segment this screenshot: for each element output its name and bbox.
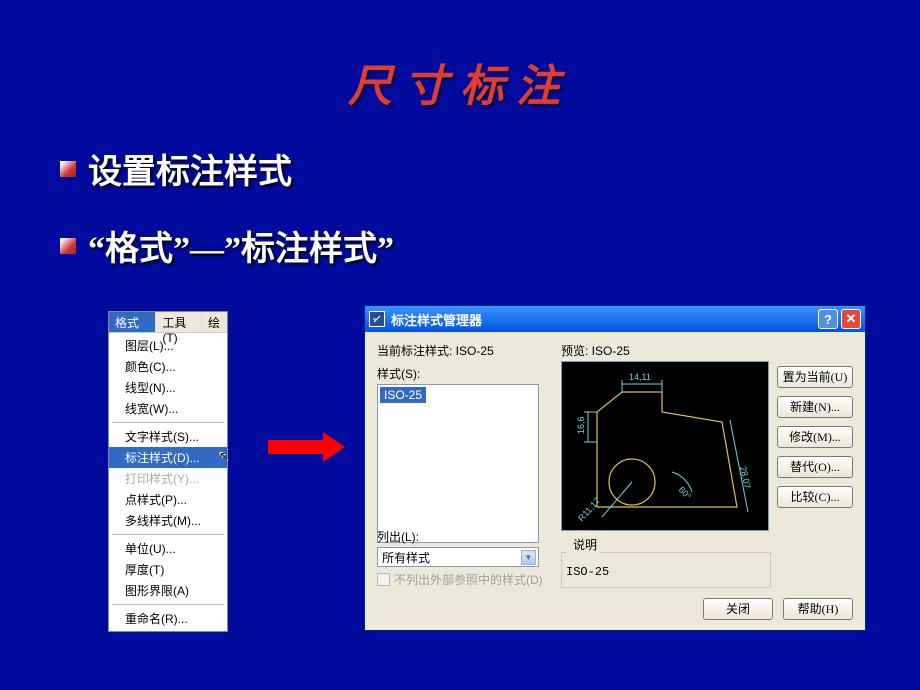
svg-text:16,6: 16,6	[576, 416, 586, 434]
close-button[interactable]: 关闭	[703, 598, 773, 620]
svg-text:R11,17: R11,17	[576, 496, 602, 524]
styles-listbox[interactable]: ISO-25	[377, 384, 539, 543]
menu-item-rename[interactable]: 重命名(R)...	[109, 608, 227, 629]
menu-item-dimstyle[interactable]: 标注样式(D)... ↖	[109, 447, 227, 468]
menu-item-limits[interactable]: 图形界限(A)	[109, 580, 227, 601]
bullet-1: 设置标注样式	[60, 144, 920, 193]
list-label: 列出(L):	[377, 528, 543, 545]
dialog-titlebar[interactable]: 标注样式管理器 ? ✕	[365, 306, 865, 332]
dim-top: 14,11	[629, 372, 651, 382]
menu-item-lineweight[interactable]: 线宽(W)...	[109, 398, 227, 419]
menu-item-thickness[interactable]: 厚度(T)	[109, 559, 227, 580]
bullet-2-text: “格式”—”标注样式”	[88, 221, 394, 270]
menu-bar: 格式(O) 工具(T) 绘	[109, 312, 227, 332]
dimstyle-dialog: 标注样式管理器 ? ✕ 当前标注样式: ISO-25 样式(S): ISO-25…	[364, 305, 866, 631]
menu-item-color[interactable]: 颜色(C)...	[109, 356, 227, 377]
new-button[interactable]: 新建(N)...	[777, 396, 853, 418]
menu-format[interactable]: 格式(O)	[109, 312, 156, 332]
dialog-close-icon[interactable]: ✕	[841, 309, 861, 329]
dialog-icon	[369, 311, 385, 327]
menu-item-mlinestyle[interactable]: 多线样式(M)...	[109, 510, 227, 531]
chevron-down-icon[interactable]: ▼	[521, 550, 536, 565]
xref-checkbox-label: 不列出外部参照中的样式(D)	[394, 571, 543, 588]
menu-item-units[interactable]: 单位(U)...	[109, 538, 227, 559]
bullet-icon	[60, 161, 76, 177]
menu-item-dimstyle-label: 标注样式(D)...	[125, 451, 200, 465]
bullet-2: “格式”—”标注样式”	[60, 221, 920, 270]
list-dropdown-value: 所有样式	[382, 549, 430, 566]
description-value: ISO-25	[566, 565, 609, 579]
description-label: 说明	[570, 536, 600, 553]
menu-item-linetype[interactable]: 线型(N)...	[109, 377, 227, 398]
override-button[interactable]: 替代(O)...	[777, 456, 853, 478]
cursor-icon: ↖	[219, 449, 229, 463]
list-dropdown[interactable]: 所有样式 ▼	[377, 547, 539, 567]
menu-list: 图层(L)... 颜色(C)... 线型(N)... 线宽(W)... 文字样式…	[109, 332, 227, 631]
menu-item-textstyle[interactable]: 文字样式(S)...	[109, 426, 227, 447]
help-button[interactable]: 帮助(H)	[783, 598, 853, 620]
menu-item-layer[interactable]: 图层(L)...	[109, 335, 227, 356]
menu-separator	[112, 604, 224, 605]
menu-item-plotstyle[interactable]: 打印样式(Y)...	[109, 468, 227, 489]
preview-label: 预览: ISO-25	[561, 344, 630, 358]
menu-item-pointstyle[interactable]: 点样式(P)...	[109, 489, 227, 510]
bullet-1-text: 设置标注样式	[88, 144, 292, 193]
dialog-title: 标注样式管理器	[391, 310, 815, 329]
page-title: 尺寸标注	[0, 0, 920, 114]
modify-button[interactable]: 修改(M)...	[777, 426, 853, 448]
svg-text:60°: 60°	[677, 485, 694, 502]
menu-tools[interactable]: 工具(T)	[156, 312, 202, 332]
menu-separator	[112, 534, 224, 535]
preview-panel: 14,11 16,6 28,07 R11,17 60°	[561, 361, 769, 531]
compare-button[interactable]: 比较(C)...	[777, 486, 853, 508]
menu-draw[interactable]: 绘	[202, 312, 227, 332]
description-box: 说明 ISO-25	[561, 544, 771, 588]
bullet-icon	[60, 238, 76, 254]
style-item-iso25[interactable]: ISO-25	[380, 387, 426, 403]
menu-separator	[112, 422, 224, 423]
dialog-help-icon[interactable]: ?	[818, 309, 838, 329]
svg-text:28,07: 28,07	[738, 465, 752, 489]
format-menu: 格式(O) 工具(T) 绘 图层(L)... 颜色(C)... 线型(N)...…	[108, 311, 228, 632]
set-current-button[interactable]: 置为当前(U)	[777, 366, 853, 388]
arrow-icon	[268, 432, 348, 462]
xref-checkbox[interactable]	[377, 573, 390, 586]
